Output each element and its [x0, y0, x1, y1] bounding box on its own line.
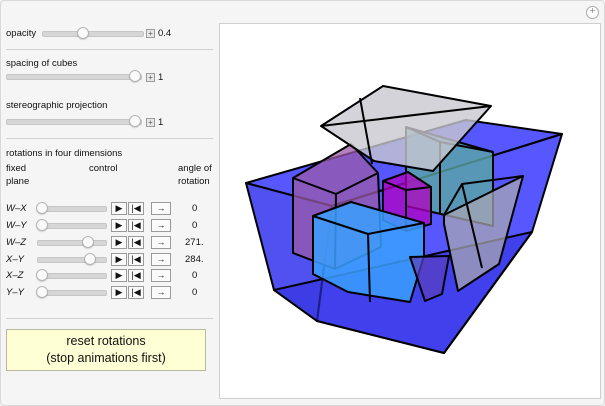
plane-header: plane	[6, 176, 30, 187]
plane-label: X–Y	[6, 254, 24, 265]
step-back-button[interactable]: |◀	[128, 269, 144, 282]
spacing-label: spacing of cubes	[6, 58, 78, 69]
fixed-header: fixed	[6, 163, 27, 174]
plane-label: W–Z	[6, 237, 27, 248]
graphics-canvas[interactable]	[219, 23, 601, 399]
play-button[interactable]: ▶	[111, 269, 127, 282]
spacing-plus-icon[interactable]: +	[146, 73, 155, 82]
plane-label: Y–Y	[6, 287, 24, 298]
rotation-header: rotation	[178, 176, 210, 187]
opacity-label: opacity	[6, 28, 37, 39]
rotation-slider-thumb[interactable]	[36, 269, 48, 281]
play-button[interactable]: ▶	[111, 286, 127, 299]
tesseract-projection	[245, 85, 563, 354]
step-back-button[interactable]: |◀	[128, 202, 144, 215]
plane-label: W–Y	[6, 220, 27, 231]
reset-line-1: reset rotations	[66, 334, 146, 348]
step-back-button[interactable]: |◀	[128, 219, 144, 232]
angle-value: 0	[192, 220, 198, 231]
rotation-slider-thumb[interactable]	[84, 253, 96, 265]
plane-label: X–Z	[6, 270, 24, 281]
stereo-slider[interactable]	[6, 119, 142, 125]
opacity-plus-icon[interactable]: +	[146, 29, 155, 38]
stereo-value: 1	[158, 117, 164, 128]
step-back-button[interactable]: |◀	[128, 236, 144, 249]
rotation-slider-thumb[interactable]	[36, 219, 48, 231]
direction-button[interactable]: →	[151, 286, 171, 299]
control-header: control	[89, 163, 118, 174]
spacing-value: 1	[158, 72, 164, 83]
step-back-button[interactable]: |◀	[128, 286, 144, 299]
play-button[interactable]: ▶	[111, 253, 127, 266]
direction-button[interactable]: →	[151, 219, 171, 232]
rotation-slider[interactable]	[37, 240, 107, 246]
angle-header: angle of	[178, 163, 212, 174]
direction-button[interactable]: →	[151, 202, 171, 215]
angle-value: 271.	[185, 237, 204, 248]
rotation-slider-thumb[interactable]	[36, 286, 48, 298]
rotation-slider-thumb[interactable]	[36, 202, 48, 214]
direction-button[interactable]: →	[151, 253, 171, 266]
play-button[interactable]: ▶	[111, 236, 127, 249]
separator	[6, 318, 213, 319]
spacing-slider-thumb[interactable]	[129, 70, 141, 82]
direction-button[interactable]: →	[151, 236, 171, 249]
angle-value: 0	[192, 287, 198, 298]
rotations-title: rotations in four dimensions	[6, 148, 123, 159]
spacing-slider[interactable]	[6, 74, 142, 80]
stereo-plus-icon[interactable]: +	[146, 118, 155, 127]
play-button[interactable]: ▶	[111, 202, 127, 215]
options-plus-icon[interactable]: +	[586, 6, 599, 19]
opacity-slider-thumb[interactable]	[77, 27, 89, 39]
opacity-value: 0.4	[158, 28, 172, 39]
rotation-slider-thumb[interactable]	[82, 236, 94, 248]
stereo-slider-thumb[interactable]	[129, 115, 141, 127]
plane-label: W–X	[6, 203, 27, 214]
angle-value: 284.	[185, 254, 204, 265]
separator	[6, 138, 213, 139]
step-back-button[interactable]: |◀	[128, 253, 144, 266]
angle-value: 0	[192, 270, 198, 281]
direction-button[interactable]: →	[151, 269, 171, 282]
play-button[interactable]: ▶	[111, 219, 127, 232]
rotation-slider[interactable]	[37, 257, 107, 263]
reset-rotations-button[interactable]: reset rotations (stop animations first)	[6, 329, 206, 371]
reset-line-2: (stop animations first)	[46, 351, 166, 365]
separator	[6, 49, 213, 50]
opacity-slider[interactable]	[42, 31, 144, 37]
stereo-label: stereographic projection	[6, 100, 108, 111]
angle-value: 0	[192, 203, 198, 214]
